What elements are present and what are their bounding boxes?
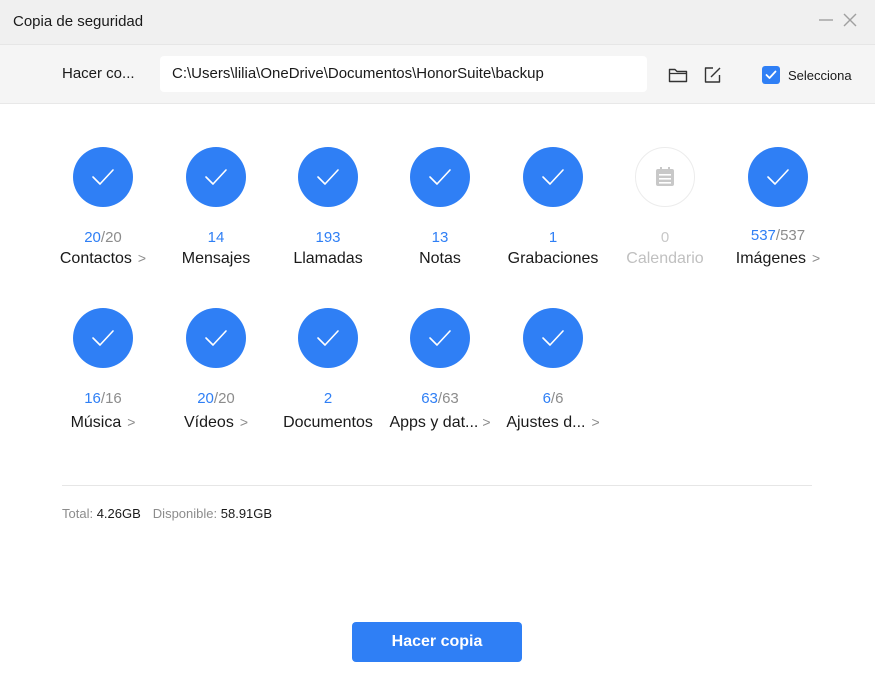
- check-icon[interactable]: [410, 147, 470, 207]
- check-icon[interactable]: [410, 308, 470, 368]
- backup-path-field[interactable]: C:\Users\lilia\OneDrive\Documentos\Honor…: [160, 56, 647, 92]
- chevron-right-icon[interactable]: >: [138, 250, 146, 266]
- item-count: 0: [660, 229, 670, 246]
- select-all-checkbox[interactable]: Selecciona: [762, 65, 852, 85]
- chevron-right-icon[interactable]: >: [127, 414, 135, 430]
- check-icon[interactable]: [186, 147, 246, 207]
- check-icon[interactable]: [186, 308, 246, 368]
- item-label: Imágenes >: [735, 250, 821, 267]
- item-count: 16/16: [84, 390, 122, 407]
- item-label: Vídeos >: [184, 414, 248, 431]
- check-icon[interactable]: [73, 308, 133, 368]
- item-count: 20/20: [197, 390, 235, 407]
- chevron-right-icon[interactable]: >: [591, 414, 599, 430]
- edit-icon[interactable]: [703, 66, 723, 84]
- item-count: 20/20: [84, 229, 122, 246]
- item-count: 6/6: [542, 390, 564, 407]
- item-label: Mensajes: [181, 250, 251, 267]
- check-icon[interactable]: [73, 147, 133, 207]
- backup-path-bar: Hacer co... C:\Users\lilia\OneDrive\Docu…: [0, 45, 875, 104]
- item-label: Notas: [419, 250, 461, 267]
- check-icon[interactable]: [748, 147, 808, 207]
- check-icon[interactable]: [298, 147, 358, 207]
- item-count: 14: [207, 229, 225, 246]
- folder-icon[interactable]: [668, 66, 688, 84]
- available-label: Disponible:: [152, 506, 218, 521]
- select-all-label: Selecciona: [788, 67, 852, 83]
- item-label: Música >: [70, 414, 136, 431]
- item-label: Llamadas: [293, 250, 363, 267]
- item-count: 193: [315, 229, 341, 246]
- backup-button[interactable]: Hacer copia: [352, 622, 522, 662]
- title-bar: Copia de seguridad: [0, 0, 875, 45]
- item-count: 1: [548, 229, 558, 246]
- total-value: 4.26GB: [96, 506, 141, 521]
- check-icon[interactable]: [523, 147, 583, 207]
- item-count: 2: [323, 390, 333, 407]
- divider: [62, 485, 812, 486]
- minimize-icon[interactable]: [815, 10, 837, 34]
- storage-summary: Total: 4.26GB Disponible: 58.91GB: [62, 506, 272, 521]
- item-label: Calendario: [626, 250, 704, 267]
- item-label: Grabaciones: [507, 250, 599, 267]
- item-label: Documentos: [283, 414, 373, 431]
- calendar-icon: [635, 147, 695, 207]
- chevron-right-icon[interactable]: >: [482, 414, 490, 430]
- item-count: 63/63: [421, 390, 459, 407]
- item-count: 13: [431, 229, 449, 246]
- chevron-right-icon[interactable]: >: [240, 414, 248, 430]
- available-value: 58.91GB: [220, 506, 273, 521]
- chevron-right-icon[interactable]: >: [812, 250, 820, 266]
- item-label: Apps y dat... >: [389, 414, 491, 431]
- item-count: 537/537: [750, 227, 806, 244]
- check-icon[interactable]: [298, 308, 358, 368]
- checkbox-checked-icon[interactable]: [762, 66, 780, 84]
- total-label: Total:: [62, 506, 94, 521]
- window-title: Copia de seguridad: [13, 13, 144, 30]
- backup-path-label: Hacer co...: [62, 65, 135, 82]
- check-icon[interactable]: [523, 308, 583, 368]
- item-label: Contactos >: [59, 250, 147, 267]
- close-icon[interactable]: [839, 10, 861, 34]
- item-label: Ajustes d... >: [506, 414, 600, 431]
